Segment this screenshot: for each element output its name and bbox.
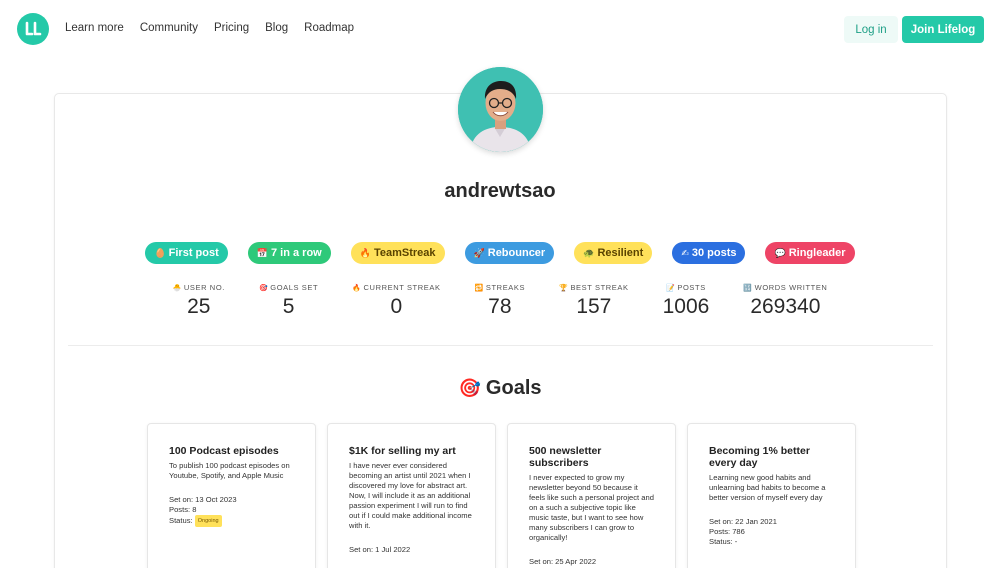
goal-title: 500 newsletter subscribers (529, 445, 602, 469)
badge-rebouncer[interactable]: 🚀 Rebouncer (464, 242, 555, 264)
goal-meta: Set on: 13 Oct 2023 Posts: 8 Status: Ongoi… (169, 495, 295, 527)
goal-status: Status: Ongoing (169, 515, 295, 527)
badge-label: 7 in a row (271, 247, 322, 259)
nav-link-roadmap[interactable]: Roadmap (304, 22, 354, 34)
lifelog-logo[interactable] (17, 13, 49, 45)
egg-icon: 🥚 (154, 247, 166, 258)
speech-bubble-icon: 💬 (774, 247, 786, 258)
goal-meta: Set on: 22 Jan 2021 Posts: 786 Status: - (709, 517, 835, 547)
badge-row: 🥚 First post 📅 7 in a row 🔥 TeamStreak 🚀 Reboun… (0, 242, 1000, 264)
stat-label: CURRENT STREAK (363, 283, 441, 292)
rocket-icon: 🚀 (473, 247, 485, 258)
target-icon: 🎯 (458, 378, 481, 398)
trophy-icon: 🏆 (559, 285, 569, 292)
goal-posts: Posts: 786 (709, 527, 745, 536)
goal-set-on: Set on: 25 Apr 2022 (529, 557, 597, 566)
goal-set-on: Set on: 13 Oct 2023 (169, 495, 237, 504)
stat-label: GOALS SET (270, 283, 319, 292)
goal-description: Learning new good habits and unlearning … (709, 473, 826, 502)
goal-card[interactable]: $1K for selling my art I have never ever … (327, 423, 496, 568)
section-divider (68, 345, 933, 346)
badge-ringleader[interactable]: 💬 Ringleader (765, 242, 855, 264)
memo-icon: 📝 (666, 285, 676, 292)
nav-link-community[interactable]: Community (140, 22, 198, 34)
badge-30-posts[interactable]: ✍ 30 posts (672, 242, 746, 264)
badge-label: First post (168, 247, 219, 259)
stat-value: 157 (576, 295, 612, 318)
stat-value: 25 (187, 295, 211, 318)
avatar (458, 67, 543, 152)
goal-title: $1K for selling my art (349, 445, 456, 457)
target-icon: 🎯 (258, 285, 269, 292)
goal-set-on: Set on: 22 Jan 2021 (709, 517, 777, 526)
nav-link-learn-more[interactable]: Learn more (65, 22, 124, 34)
nav-link-pricing[interactable]: Pricing (214, 22, 249, 34)
stat-value: 78 (488, 295, 512, 318)
stat-value: 5 (282, 295, 295, 318)
goal-meta: Set on: 25 Apr 2022 (529, 557, 655, 567)
turtle-icon: 🐢 (583, 247, 595, 258)
stat-posts: 📝 POSTS 1006 (646, 283, 727, 319)
calendar-icon: 📅 (256, 247, 268, 258)
fire-icon: 🔥 (359, 247, 371, 258)
stat-user-no: 🐣 USER NO. 25 (156, 283, 242, 319)
goal-status: Status: - (709, 537, 738, 546)
badge-label: Rebouncer (487, 247, 546, 259)
numbers-icon: 🔢 (743, 285, 753, 292)
badge-label: TeamStreak (373, 247, 436, 259)
profile-username: andrewtsao (444, 180, 556, 202)
repeat-icon: 🔁 (474, 285, 484, 292)
top-nav: Learn more Community Pricing Blog Roadma… (0, 0, 1000, 58)
stats-row: 🐣 USER NO. 25 🎯 GOALS SET 5 🔥 CURRENT STREAK 0 🔁 S… (0, 283, 1000, 319)
goal-posts: Posts: 8 (169, 505, 197, 514)
stat-current-streak: 🔥 CURRENT STREAK 0 (335, 283, 457, 319)
avatar-portrait-icon (458, 67, 543, 152)
badge-label: Ringleader (788, 247, 846, 259)
fire-icon: 🔥 (352, 285, 362, 292)
goal-description: I never expected to grow my newsletter b… (529, 473, 654, 542)
goals-title-text: Goals (485, 377, 542, 399)
goal-title: 100 Podcast episodes (169, 445, 279, 457)
goal-card[interactable]: 100 Podcast episodes To publish 100 podca… (147, 423, 316, 568)
stat-value: 1006 (662, 295, 710, 318)
goal-card[interactable]: Becoming 1% better every day Learning new… (687, 423, 856, 568)
badge-label: Resilient (597, 247, 644, 259)
badge-7-in-a-row[interactable]: 📅 7 in a row (247, 242, 331, 264)
join-button[interactable]: Join Lifelog (902, 16, 984, 43)
badge-label: 30 posts (691, 247, 737, 259)
stat-value: 269340 (750, 295, 821, 318)
nav-link-blog[interactable]: Blog (265, 22, 288, 34)
stat-goals-set: 🎯 GOALS SET 5 (242, 283, 335, 319)
goal-cards: 100 Podcast episodes To publish 100 podca… (147, 423, 856, 568)
logo-mark-icon (25, 21, 42, 36)
badge-resilient[interactable]: 🐢 Resilient (574, 242, 653, 264)
goal-description: To publish 100 podcast episodes on Youtu… (169, 461, 290, 480)
status-badge: Ongoing (194, 515, 222, 527)
stat-label: WORDS WRITTEN (754, 283, 828, 292)
badge-teamstreak[interactable]: 🔥 TeamStreak (350, 242, 445, 264)
badge-first-post[interactable]: 🥚 First post (145, 242, 228, 264)
goal-meta: Set on: 1 Jul 2022 (349, 545, 475, 555)
writing-hand-icon: ✍ (681, 247, 689, 258)
hatching-chick-icon: 🐣 (172, 285, 182, 292)
goal-title: Becoming 1% better every day (709, 445, 810, 469)
stat-best-streak: 🏆 BEST STREAK 157 (542, 283, 645, 319)
login-button[interactable]: Log in (844, 16, 898, 43)
stat-label: BEST STREAK (570, 283, 629, 292)
nav-links: Learn more Community Pricing Blog Roadma… (65, 22, 354, 34)
goal-description: I have never ever considered becoming an… (349, 461, 472, 530)
stat-label: POSTS (677, 283, 706, 292)
stat-label: STREAKS (485, 283, 526, 292)
stat-words-written: 🔢 WORDS WRITTEN 269340 (726, 283, 844, 319)
goals-heading: 🎯 Goals (0, 377, 1000, 400)
goal-card[interactable]: 500 newsletter subscribers I never expect… (507, 423, 676, 568)
stat-value: 0 (390, 295, 403, 318)
stat-streaks: 🔁 STREAKS 78 (458, 283, 543, 319)
stat-label: USER NO. (183, 283, 225, 292)
goal-set-on: Set on: 1 Jul 2022 (349, 545, 411, 554)
